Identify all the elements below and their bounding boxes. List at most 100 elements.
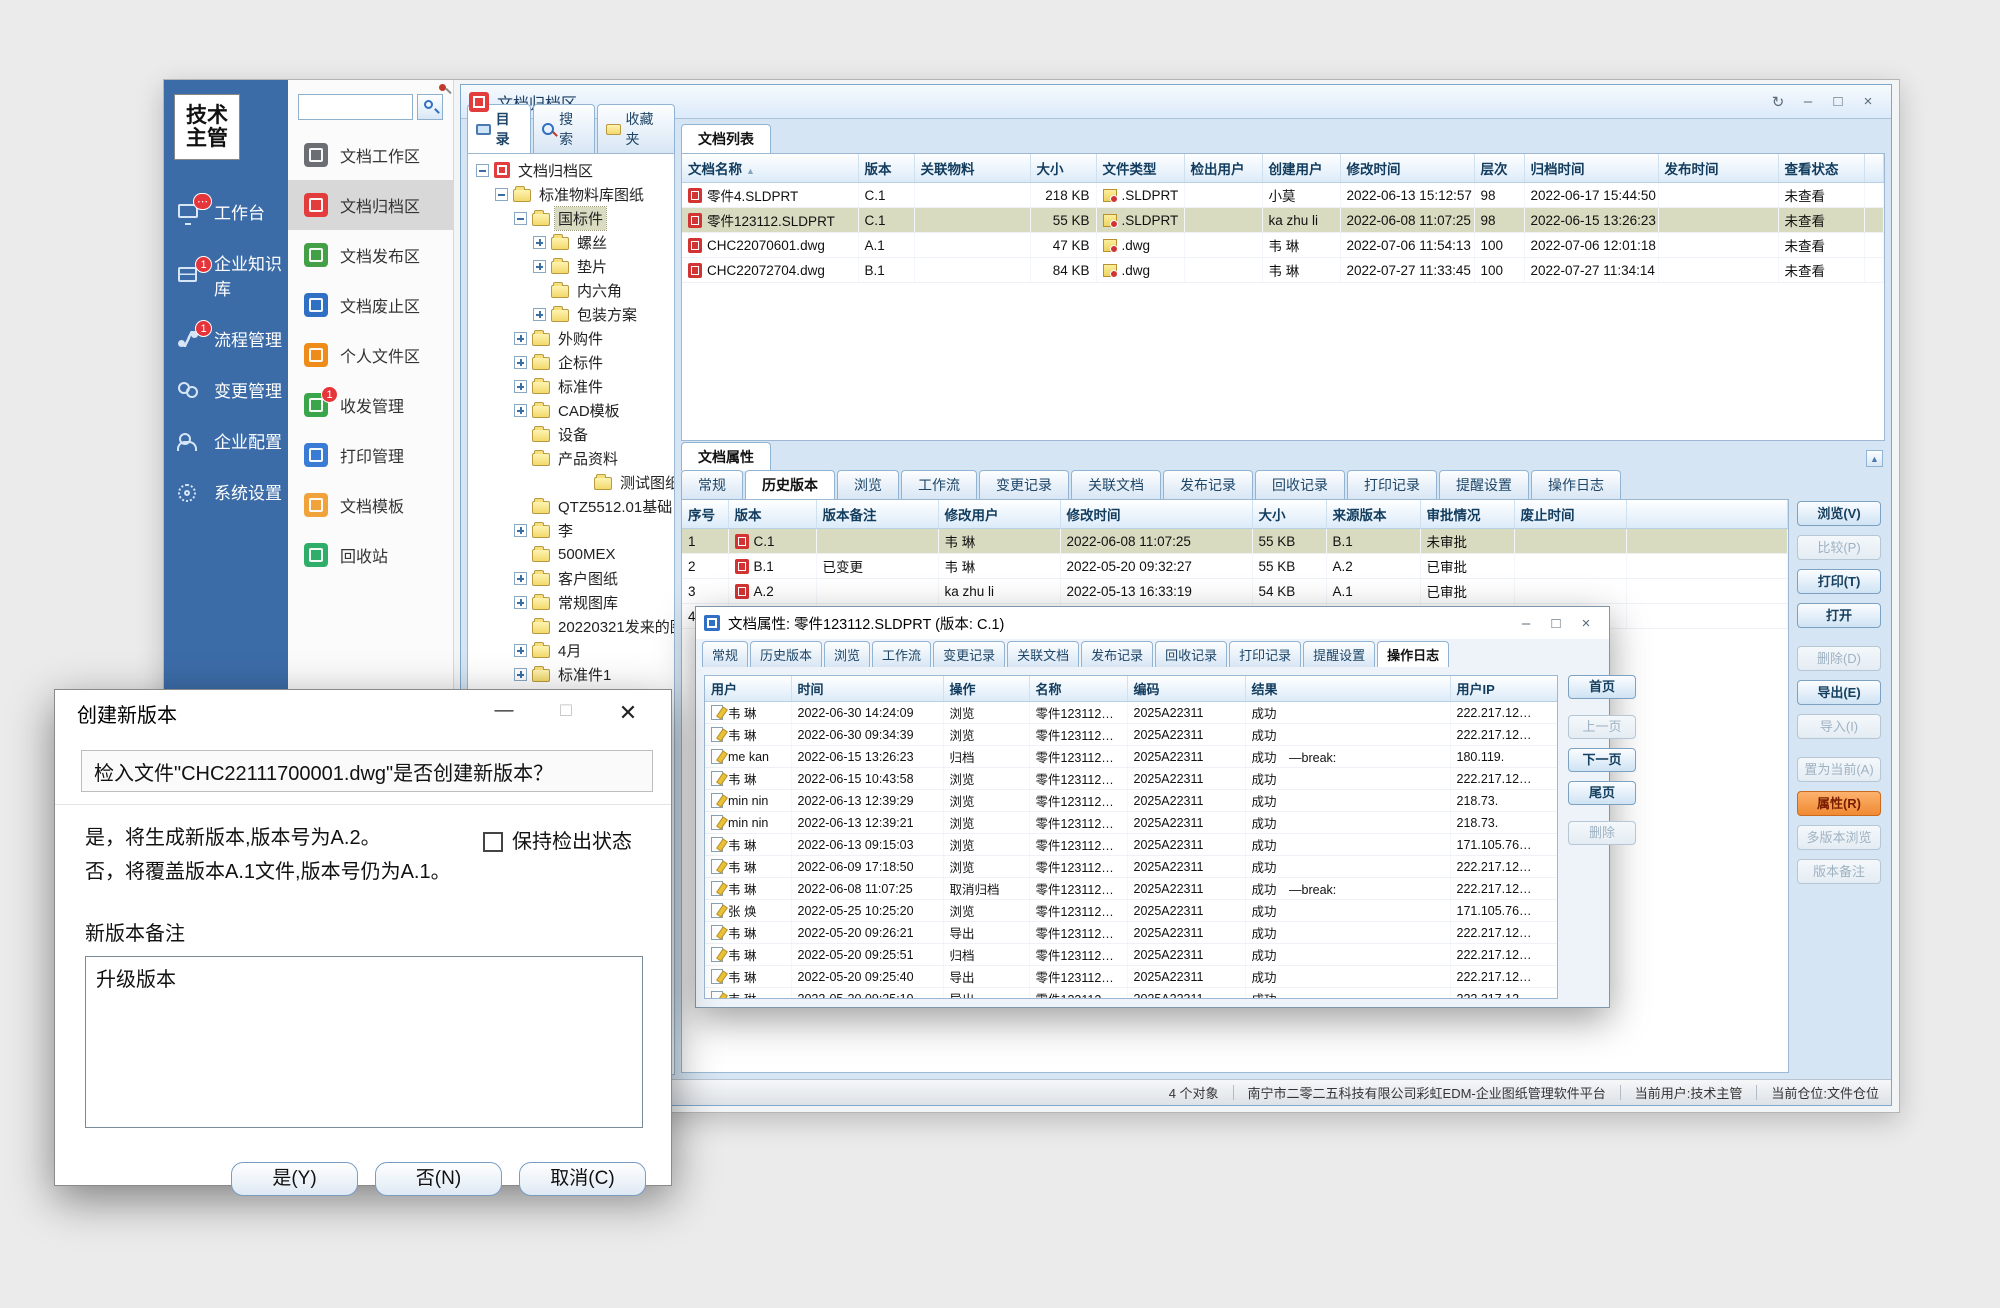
sidebar-item-企业配置[interactable]: 企业配置 [164, 415, 288, 466]
tree-expander-icon[interactable] [514, 596, 527, 609]
table-row[interactable]: 韦 琳2022-05-20 09:25:51归档零件123112…2025A22… [705, 944, 1558, 966]
note-input[interactable]: 升级版本 [85, 956, 643, 1128]
table-row[interactable]: 韦 琳2022-06-15 10:43:58浏览零件123112…2025A22… [705, 768, 1558, 790]
tree-item[interactable]: 产品资料 [470, 446, 674, 470]
button-导入(I)[interactable]: 导入(I) [1797, 714, 1881, 739]
nav-item-文档发布区[interactable]: 文档发布区 [288, 230, 453, 280]
refresh-icon[interactable]: ↻ [1763, 93, 1793, 111]
dialog-tab-历史版本[interactable]: 历史版本 [750, 641, 822, 667]
no-button[interactable]: 否(N) [375, 1162, 502, 1196]
column-header[interactable]: 大小 [1030, 154, 1096, 183]
tree-expander-icon[interactable] [533, 308, 546, 321]
table-row[interactable]: 零件123112.SLDPRTC.155 KB.SLDPRTka zhu li2… [682, 208, 1884, 233]
tree-item[interactable]: 标准件1 [470, 662, 674, 686]
close-icon[interactable]: × [1571, 615, 1601, 632]
pager-上一页[interactable]: 上一页 [1568, 715, 1636, 739]
table-row[interactable]: 2B.1已变更韦 琳2022-05-20 09:32:2755 KBA.2已审批 [682, 554, 1788, 579]
nav-item-文档归档区[interactable]: 文档归档区 [288, 180, 453, 230]
minimize-icon[interactable]: – [1793, 93, 1823, 111]
column-header[interactable]: 版本 [858, 154, 914, 183]
table-row[interactable]: 韦 琳2022-05-20 09:25:40导出零件123112…2025A22… [705, 966, 1558, 988]
button-置为当前(A)[interactable]: 置为当前(A) [1797, 757, 1881, 782]
tree-expander-icon[interactable] [514, 356, 527, 369]
table-row[interactable]: min nin2022-06-13 12:39:21浏览零件123112…202… [705, 812, 1558, 834]
button-浏览(V)[interactable]: 浏览(V) [1797, 501, 1881, 526]
column-header[interactable]: 查看状态 [1778, 154, 1864, 183]
tab-工作流[interactable]: 工作流 [901, 470, 977, 499]
column-header[interactable]: 用户IP [1450, 676, 1558, 702]
sidebar-item-工作台[interactable]: ⋯工作台 [164, 186, 288, 237]
nav-item-文档废止区[interactable]: 文档废止区 [288, 280, 453, 330]
column-header[interactable]: 用户 [705, 676, 791, 702]
column-header[interactable]: 时间 [791, 676, 943, 702]
tab-回收记录[interactable]: 回收记录 [1255, 470, 1345, 499]
dialog-tab-提醒设置[interactable]: 提醒设置 [1303, 641, 1375, 667]
nav-item-文档工作区[interactable]: 文档工作区 [288, 130, 453, 180]
dialog-tab-打印记录[interactable]: 打印记录 [1229, 641, 1301, 667]
close-icon[interactable]: × [1853, 93, 1883, 111]
button-打印(T)[interactable]: 打印(T) [1797, 569, 1881, 594]
table-row[interactable]: 韦 琳2022-06-13 09:15:03浏览零件123112…2025A22… [705, 834, 1558, 856]
column-header[interactable]: 版本备注 [816, 500, 938, 529]
table-row[interactable]: CHC22072704.dwgB.184 KB.dwg韦 琳2022-07-27… [682, 258, 1884, 283]
table-row[interactable]: 韦 琳2022-06-30 14:24:09浏览零件123112…2025A22… [705, 702, 1558, 724]
tree-item[interactable]: 常规图库 [470, 590, 674, 614]
table-row[interactable]: 韦 琳2022-06-30 09:34:39浏览零件123112…2025A22… [705, 724, 1558, 746]
sidebar-item-变更管理[interactable]: 变更管理 [164, 364, 288, 415]
nav-item-打印管理[interactable]: 打印管理 [288, 430, 453, 480]
tab-浏览[interactable]: 浏览 [837, 470, 899, 499]
tree-item[interactable]: 企标件 [470, 350, 674, 374]
tree-item[interactable]: 设备 [470, 422, 674, 446]
tree-item[interactable]: 4月 [470, 638, 674, 662]
tree-item[interactable]: 国标件 [470, 206, 674, 230]
table-row[interactable]: min nin2022-06-13 12:39:29浏览零件123112…202… [705, 790, 1558, 812]
dialog-tab-浏览[interactable]: 浏览 [824, 641, 870, 667]
tab-提醒设置[interactable]: 提醒设置 [1439, 470, 1529, 499]
tree-item[interactable]: QTZ5512.01基础 [470, 494, 674, 518]
yes-button[interactable]: 是(Y) [231, 1162, 358, 1196]
tab-关联文档[interactable]: 关联文档 [1071, 470, 1161, 499]
column-header[interactable]: 废止时间 [1514, 500, 1626, 529]
column-header[interactable]: 创建用户 [1262, 154, 1340, 183]
keep-checkout-checkbox[interactable] [483, 832, 503, 852]
tree-item[interactable]: 内六角 [470, 278, 674, 302]
nav-item-文档模板[interactable]: 文档模板 [288, 480, 453, 530]
sidebar-item-流程管理[interactable]: 1流程管理 [164, 313, 288, 364]
minimize-icon[interactable]: – [1511, 615, 1541, 632]
tree-tab-收藏夹[interactable]: 收藏夹 [597, 104, 675, 153]
tree-expander-icon[interactable] [533, 260, 546, 273]
column-header[interactable]: 来源版本 [1326, 500, 1420, 529]
tree-tab-搜索[interactable]: 搜索 [533, 104, 595, 153]
tree-expander-icon[interactable] [514, 644, 527, 657]
button-导出(E)[interactable]: 导出(E) [1797, 680, 1881, 705]
tree-expander-icon[interactable] [514, 212, 527, 225]
column-header[interactable]: 结果 [1245, 676, 1450, 702]
dialog-tab-发布记录[interactable]: 发布记录 [1081, 641, 1153, 667]
table-row[interactable]: 张 焕2022-05-25 10:25:20浏览零件123112…2025A22… [705, 900, 1558, 922]
dialog-tab-操作日志[interactable]: 操作日志 [1377, 641, 1449, 667]
column-header[interactable]: 修改时间 [1340, 154, 1474, 183]
table-row[interactable]: 3A.2ka zhu li2022-05-13 16:33:1954 KBA.1… [682, 579, 1788, 604]
tab-发布记录[interactable]: 发布记录 [1163, 470, 1253, 499]
sidebar-item-企业知识库[interactable]: 1企业知识库 [164, 237, 288, 313]
column-header[interactable]: 文档名称▲ [682, 154, 858, 183]
pager-下一页[interactable]: 下一页 [1568, 748, 1636, 772]
tree-expander-icon[interactable] [495, 188, 508, 201]
column-header[interactable]: 名称 [1029, 676, 1127, 702]
collapse-panel-icon[interactable]: ▲ [1866, 450, 1883, 467]
button-删除(D)[interactable]: 删除(D) [1797, 646, 1881, 671]
column-header[interactable]: 层次 [1474, 154, 1524, 183]
tree-item[interactable]: 外购件 [470, 326, 674, 350]
tab-打印记录[interactable]: 打印记录 [1347, 470, 1437, 499]
button-版本备注[interactable]: 版本备注 [1797, 859, 1881, 884]
column-header[interactable]: 检出用户 [1184, 154, 1262, 183]
table-row[interactable]: me kan2022-06-15 13:26:23归档零件123112…2025… [705, 746, 1558, 768]
table-row[interactable]: CHC22070601.dwgA.147 KB.dwg韦 琳2022-07-06… [682, 233, 1884, 258]
table-row[interactable]: 1C.1韦 琳2022-06-08 11:07:2555 KBB.1未审批 [682, 529, 1788, 554]
table-row[interactable]: 零件4.SLDPRTC.1218 KB.SLDPRT小莫2022-06-13 1… [682, 183, 1884, 208]
tree-item[interactable]: 20220321发来的图纸 [470, 614, 674, 638]
tree-item[interactable]: 客户图纸 [470, 566, 674, 590]
tree-expander-icon[interactable] [514, 572, 527, 585]
pager-删除[interactable]: 删除 [1568, 821, 1636, 845]
tab-操作日志[interactable]: 操作日志 [1531, 470, 1621, 499]
